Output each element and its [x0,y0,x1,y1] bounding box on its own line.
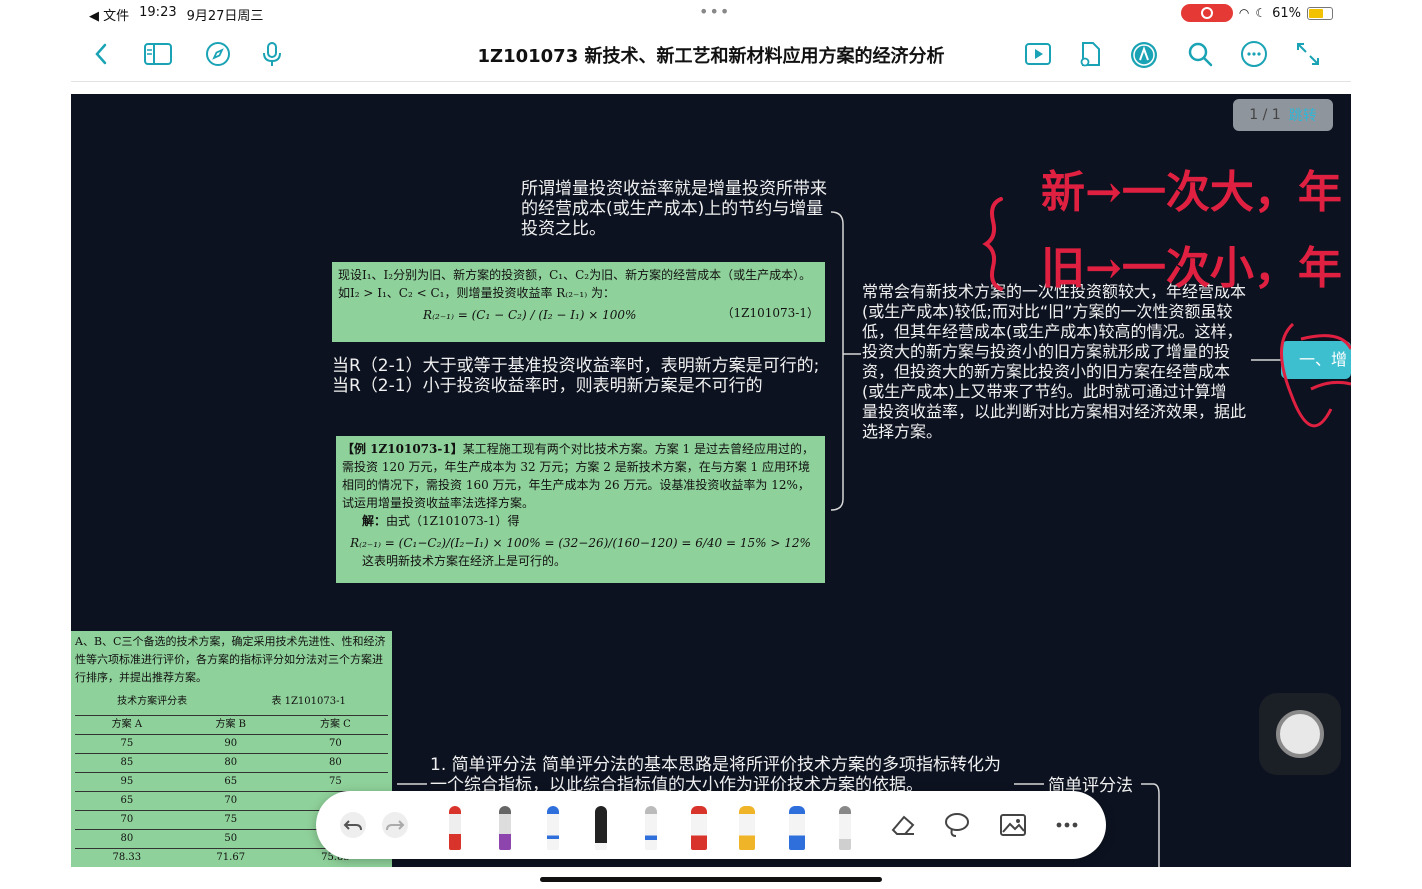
table-header-cell: 方案 A [75,715,179,735]
status-left: ◀ 文件 19:23 9月27日周三 [89,5,263,24]
table-cell: 75 [75,734,179,754]
pencil-icon[interactable] [830,805,860,850]
score-table-title: 技术方案评分表 [117,696,188,707]
formula-r21: R₍₂₋₁₎ = (C₁ − C₂) / (I₂ − I₁) × 100% [423,308,637,322]
battery-percent: 61% [1272,5,1301,21]
status-date: 9月27日周三 [186,9,264,24]
judgement-text[interactable]: 当R（2-1）大于或等于基准投资收益率时，表明新方案是可行的;当R（2-1）小于… [332,356,822,396]
table-cell: 78.33 [75,848,179,867]
ballpoint-blue-2[interactable] [636,805,666,850]
screen-recording-indicator[interactable] [1180,4,1233,22]
table-cell: 70 [178,791,283,811]
app-toolbar: 1Z101073 新技术、新工艺和新材料应用方案的经济分析 [71,26,1351,82]
table-cell: 75 [178,810,283,830]
formula-code: （1Z101073-1） [721,306,819,320]
document-icon[interactable] [1075,40,1105,68]
table-cell: 95 [75,772,179,792]
status-time: 19:23 [139,5,177,20]
highlighter-yellow[interactable] [732,805,762,850]
table-header-cell: 方案 B [178,715,283,735]
ballpoint-black[interactable] [586,805,616,850]
table-cell: 50 [178,829,283,849]
fountain-pen-red[interactable] [440,805,470,850]
status-bar: ◀ 文件 19:23 9月27日周三 ••• ◠ ☾ 61% [71,0,1351,26]
mindmap-canvas[interactable]: 1 / 1 跳转 所谓增量投资收益率就是增量投资所带来的经营成本(或生产成本)上… [71,94,1351,867]
handwriting-new: 新→一次大，年 [1041,167,1342,218]
battery-icon [1307,6,1333,20]
expand-icon[interactable] [1293,40,1323,68]
table-cell: 71.67 [178,848,283,867]
pen-toolbar [316,791,1106,859]
table-cell: 65 [75,791,179,811]
document-title: 1Z101073 新技术、新工艺和新材料应用方案的经济分析 [477,46,945,67]
record-circle-icon [1276,710,1324,758]
lasso-icon[interactable] [942,805,972,845]
table-row: 95 65 75 [75,772,388,792]
back-to-files-link[interactable]: ◀ 文件 [89,5,129,24]
moon-icon: ☾ [1255,6,1267,20]
score-intro: A、B、C三个备选的技术方案，确定采用技术先进性、性和经济性等六项标准进行评价，… [75,635,386,684]
table-row: 75 90 70 [75,734,388,754]
simple-scoring-text[interactable]: 1. 简单评分法 简单评分法的基本思路是将所评价技术方案的多项指标转化为一个综合… [430,755,1010,791]
table-cell: 75 [282,772,388,792]
table-cell: 85 [75,753,179,773]
table-cell: 70 [282,734,388,754]
home-indicator[interactable] [540,877,882,882]
multitask-dots[interactable]: ••• [699,2,730,21]
eraser-icon[interactable] [888,805,918,845]
table-header-row: 方案 A 方案 B 方案 C [75,715,388,735]
example-conclusion: 这表明新技术方案在经济上是可行的。 [362,554,567,568]
table-header-cell: 方案 C [282,715,388,735]
table-cell: 65 [178,772,283,792]
status-right: ◠ ☾ 61% [1180,4,1333,22]
table-cell: 70 [75,810,179,830]
pen-mode-icon[interactable] [1129,40,1159,68]
table-cell: 90 [178,734,283,754]
search-icon[interactable] [1185,40,1215,68]
example-image[interactable]: 【例 1Z101073-1】某工程施工现有两个对比技术方案。方案 1 是过去曾经… [336,436,825,583]
left-margin [0,82,71,889]
formula-desc-2: 如I₂ > I₁、C₂ < C₁，则增量投资收益率 R₍₂₋₁₎ 为： [338,286,615,300]
image-icon[interactable] [998,805,1028,845]
redo-icon[interactable] [380,805,410,845]
ballpoint-blue[interactable] [538,805,568,850]
undo-icon[interactable] [338,805,368,845]
score-table-code: 表 1Z101073-1 [271,696,346,707]
fountain-pen-purple[interactable] [490,805,520,850]
table-cell: 80 [75,829,179,849]
table-cell: 80 [178,753,283,773]
more-options-icon[interactable] [1239,40,1269,68]
handwriting-old: 旧→一次小，年 [1041,243,1342,294]
formula-image-1[interactable]: 现设I₁、I₂分别为旧、新方案的投资额，C₁、C₂为旧、新方案的经营成本（或生产… [332,262,825,342]
example-solution-label: 解： [362,514,387,528]
marker-red[interactable] [684,805,714,850]
play-icon[interactable] [1023,40,1053,68]
example-solution-intro: 由式（1Z101073-1）得 [386,514,520,528]
formula-desc-1: 现设I₁、I₂分别为旧、新方案的投资额，C₁、C₂为旧、新方案的经营成本（或生产… [338,268,812,282]
record-button[interactable] [1259,693,1341,775]
example-title: 【例 1Z101073-1】 [342,442,463,456]
toolbar-more-icon[interactable] [1052,805,1082,845]
highlighter-blue[interactable] [782,805,812,850]
table-cell: 80 [282,753,388,773]
table-row: 85 80 80 [75,753,388,773]
example-formula: R₍₂₋₁₎ = (C₁−C₂)/(I₂−I₁) × 100% = (32−26… [350,536,811,550]
definition-text[interactable]: 所谓增量投资收益率就是增量投资所带来的经营成本(或生产成本)上的节约与增量 投资… [521,179,831,239]
wifi-icon: ◠ [1238,6,1250,20]
